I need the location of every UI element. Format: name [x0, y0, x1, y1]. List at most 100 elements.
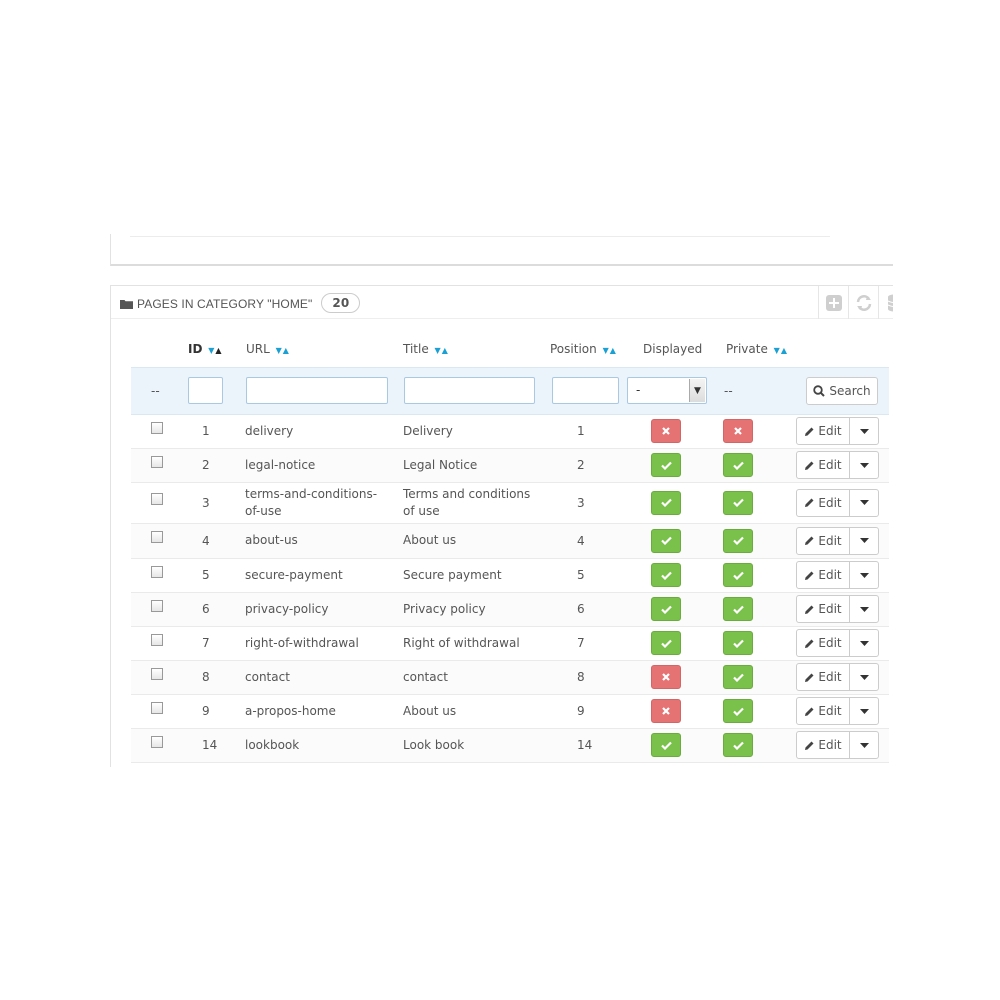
edit-button[interactable]: Edit — [797, 630, 850, 656]
row-checkbox[interactable] — [151, 493, 163, 505]
edit-button[interactable]: Edit — [797, 698, 850, 724]
actions-dropdown-button[interactable] — [850, 596, 878, 622]
cell-url: a-propos-home — [238, 694, 396, 729]
row-checkbox[interactable] — [151, 735, 163, 748]
row-checkbox[interactable] — [151, 633, 163, 646]
row-checkbox[interactable] — [151, 599, 163, 612]
edit-button[interactable]: Edit — [797, 418, 850, 444]
displayed-toggle[interactable] — [651, 699, 681, 723]
table-row[interactable]: 9 a-propos-home About us 9 Edit — [131, 694, 889, 729]
col-position: Position ▼▲ — [544, 331, 628, 367]
displayed-toggle[interactable] — [651, 631, 681, 655]
refresh-button[interactable] — [848, 286, 878, 319]
row-checkbox[interactable] — [151, 421, 163, 434]
private-toggle[interactable] — [723, 733, 753, 757]
add-new-button[interactable] — [818, 286, 848, 319]
table-row[interactable]: 3 terms-and-conditions-of-use Terms and co… — [131, 482, 889, 524]
sort-asc-icon[interactable]: ▲ — [781, 346, 788, 355]
actions-dropdown-button[interactable] — [850, 452, 878, 478]
chevron-down-icon[interactable]: ▼ — [689, 379, 705, 402]
table-row[interactable]: 14 lookbook Look book 14 Edit — [131, 728, 889, 763]
row-checkbox[interactable] — [151, 531, 163, 543]
edit-button[interactable]: Edit — [797, 562, 850, 588]
private-toggle[interactable] — [723, 665, 753, 689]
displayed-toggle[interactable] — [651, 490, 681, 515]
sort-asc-icon[interactable]: ▲ — [442, 346, 449, 355]
actions-dropdown-button[interactable] — [850, 664, 878, 690]
sort-url[interactable]: ▼▲ — [276, 346, 290, 355]
edit-button[interactable]: Edit — [797, 489, 850, 516]
filter-id-input[interactable] — [188, 377, 223, 404]
displayed-toggle[interactable] — [651, 453, 681, 477]
private-toggle[interactable] — [723, 453, 753, 477]
row-checkbox[interactable] — [151, 667, 163, 680]
displayed-toggle[interactable] — [651, 419, 681, 443]
sort-id[interactable]: ▼▲ — [208, 346, 222, 355]
filter-displayed-select[interactable]: - ▼ — [627, 377, 707, 404]
actions-dropdown-button[interactable] — [850, 732, 878, 758]
table-row[interactable]: 2 legal-notice Legal Notice 2 Edit — [131, 448, 889, 483]
actions-dropdown-button[interactable] — [850, 490, 878, 516]
edit-label: Edit — [818, 636, 842, 650]
sort-title[interactable]: ▼▲ — [435, 346, 449, 355]
edit-button[interactable]: Edit — [797, 596, 850, 622]
displayed-toggle[interactable] — [651, 528, 681, 553]
sort-position[interactable]: ▼▲ — [603, 346, 617, 355]
check-icon — [732, 461, 744, 470]
edit-button[interactable]: Edit — [797, 732, 850, 758]
table-row[interactable]: 6 privacy-policy Privacy policy 6 Edit — [131, 592, 889, 627]
edit-button[interactable]: Edit — [797, 452, 850, 478]
table-row[interactable]: 7 right-of-withdrawal Right of withdrawal 7… — [131, 626, 889, 661]
table-row[interactable]: 4 about-us About us 4 Edit — [131, 523, 889, 559]
actions-dropdown-button[interactable] — [850, 698, 878, 724]
sort-asc-icon[interactable]: ▲ — [283, 346, 290, 355]
previous-panel — [110, 234, 893, 266]
actions-dropdown-button[interactable] — [850, 418, 878, 444]
filter-title-input[interactable] — [404, 377, 535, 404]
filter-position-input[interactable] — [552, 377, 619, 404]
private-toggle[interactable] — [723, 597, 753, 621]
displayed-toggle[interactable] — [651, 563, 681, 587]
row-checkbox[interactable] — [151, 455, 163, 468]
cell-title: About us — [396, 523, 544, 559]
cell-title: Right of withdrawal — [396, 626, 544, 661]
cell-url: legal-notice — [238, 448, 396, 483]
sql-manager-button[interactable] — [878, 286, 893, 319]
filter-url-input[interactable] — [246, 377, 388, 404]
sort-desc-icon[interactable]: ▼ — [435, 346, 442, 355]
edit-button[interactable]: Edit — [797, 527, 850, 554]
actions-dropdown-button[interactable] — [850, 630, 878, 656]
displayed-toggle[interactable] — [651, 665, 681, 689]
private-toggle[interactable] — [723, 699, 753, 723]
displayed-toggle[interactable] — [651, 733, 681, 757]
table-row[interactable]: 1 delivery Delivery 1 Edit — [131, 414, 889, 449]
sort-desc-icon[interactable]: ▼ — [774, 346, 781, 355]
sort-asc-icon[interactable]: ▲ — [215, 346, 222, 355]
displayed-toggle[interactable] — [651, 597, 681, 621]
search-button[interactable]: Search — [806, 376, 878, 405]
actions-dropdown-button[interactable] — [850, 562, 878, 588]
private-toggle[interactable] — [723, 563, 753, 587]
sort-asc-icon[interactable]: ▲ — [610, 346, 617, 355]
close-icon — [662, 707, 670, 715]
private-toggle[interactable] — [723, 528, 753, 553]
edit-button[interactable]: Edit — [797, 664, 850, 690]
sort-desc-icon[interactable]: ▼ — [603, 346, 610, 355]
row-checkbox[interactable] — [151, 565, 163, 578]
private-toggle[interactable] — [723, 419, 753, 443]
table-row[interactable]: 5 secure-payment Secure payment 5 Edit — [131, 558, 889, 593]
sort-private[interactable]: ▼▲ — [774, 346, 788, 355]
private-toggle[interactable] — [723, 631, 753, 655]
col-private-label: Private — [726, 341, 768, 356]
database-icon — [887, 294, 893, 311]
cell-position: 8 — [544, 660, 628, 695]
private-toggle[interactable] — [723, 490, 753, 515]
edit-label: Edit — [818, 568, 842, 582]
sort-desc-icon[interactable]: ▼ — [276, 346, 283, 355]
pages-table: ID ▼▲ URL ▼▲ Title ▼▲ Position ▼▲ Displa… — [131, 331, 889, 763]
col-title-label: Title — [403, 341, 429, 356]
row-checkbox[interactable] — [151, 701, 163, 714]
actions-dropdown-button[interactable] — [850, 528, 878, 554]
table-row[interactable]: 8 contact contact 8 Edit — [131, 660, 889, 695]
filter-row: -- - ▼ -- Search — [131, 366, 889, 415]
